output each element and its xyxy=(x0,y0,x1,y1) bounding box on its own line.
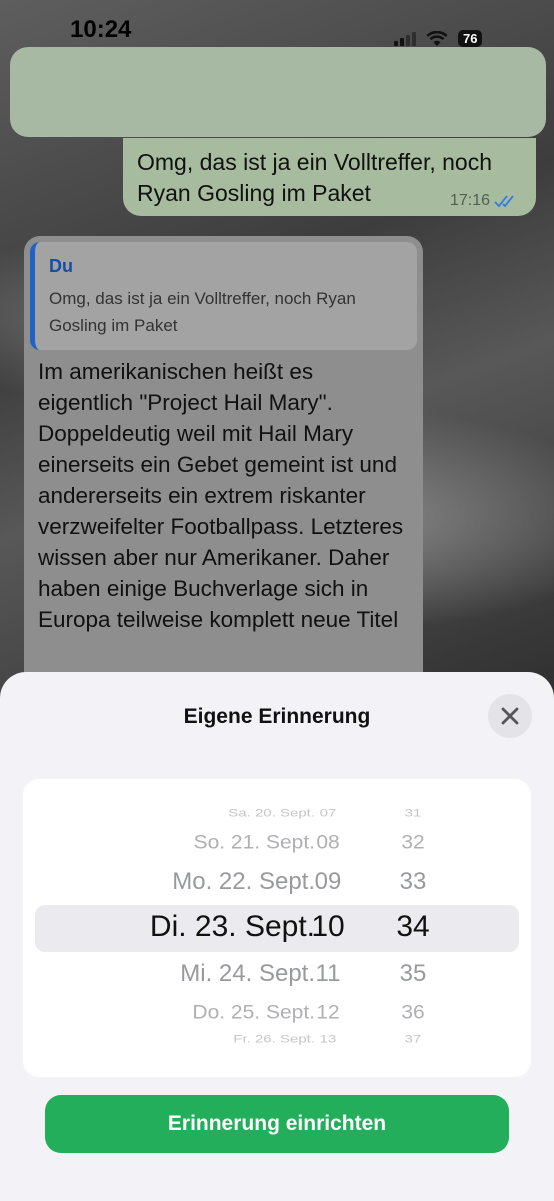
close-button[interactable] xyxy=(488,694,532,738)
wifi-icon xyxy=(426,30,448,46)
picker-minute-option[interactable]: 33 xyxy=(378,868,448,896)
message-meta: 17:16 xyxy=(450,192,518,210)
picker-minute-option[interactable]: 31 xyxy=(378,807,448,819)
outgoing-message[interactable]: Omg, das ist ja ein Volltreffer, noch Ry… xyxy=(123,138,536,216)
notification-banner[interactable] xyxy=(10,47,546,137)
set-reminder-button[interactable]: Erinnerung einrichten xyxy=(45,1095,509,1153)
battery-icon: 76 xyxy=(458,30,483,47)
picker-hour-option[interactable]: 11 xyxy=(293,960,363,988)
picker-hour-option[interactable]: 13 xyxy=(293,1033,363,1045)
read-ticks-icon xyxy=(494,195,514,208)
picker-minute-option[interactable]: 35 xyxy=(378,960,448,988)
picker-hour-option[interactable]: 09 xyxy=(293,868,363,896)
picker-minute-column[interactable]: 31 32 33 34 35 36 37 xyxy=(378,779,448,1077)
incoming-message-text: Im amerikanischen heißt es eigentlich "P… xyxy=(38,359,404,632)
picker-date-option[interactable]: Mi. 24. Sept. xyxy=(23,960,315,988)
picker-hour-option[interactable]: 10 xyxy=(293,910,363,944)
quote-text: Omg, das ist ja ein Volltreffer, noch Ry… xyxy=(49,289,356,335)
picker-date-option[interactable]: Do. 25. Sept. xyxy=(23,1002,315,1024)
picker-date-option[interactable]: Fr. 26. Sept. xyxy=(23,1033,315,1045)
picker-hour-option[interactable]: 07 xyxy=(293,807,363,819)
picker-date-option[interactable]: So. 21. Sept. xyxy=(23,832,315,854)
picker-hour-column[interactable]: 07 08 09 10 11 12 13 xyxy=(293,779,363,1077)
quote-author: Du xyxy=(49,256,73,276)
picker-hour-option[interactable]: 08 xyxy=(293,832,363,854)
picker-date-option[interactable]: Mo. 22. Sept. xyxy=(23,868,315,896)
signal-icon xyxy=(394,31,416,46)
picker-minute-option[interactable]: 37 xyxy=(378,1033,448,1045)
status-bar: 10:24 76 xyxy=(0,0,554,50)
close-icon xyxy=(501,707,519,725)
picker-date-column[interactable]: Sa. 20. Sept. So. 21. Sept. Mo. 22. Sept. D… xyxy=(23,779,315,1077)
date-time-picker[interactable]: Sa. 20. Sept. So. 21. Sept. Mo. 22. Sept. D… xyxy=(23,779,531,1077)
picker-minute-option[interactable]: 36 xyxy=(378,1002,448,1024)
status-icons: 76 xyxy=(394,30,483,47)
incoming-message[interactable]: Du Omg, das ist ja ein Volltreffer, noch… xyxy=(24,236,423,700)
picker-minute-option[interactable]: 32 xyxy=(378,832,448,854)
reminder-sheet: Eigene Erinnerung Sa. 20. Sept. So. 21. S… xyxy=(0,672,554,1201)
status-time: 10:24 xyxy=(70,16,132,43)
quoted-message[interactable]: Du Omg, das ist ja ein Volltreffer, noch… xyxy=(30,242,417,350)
message-time: 17:16 xyxy=(449,192,490,209)
picker-minute-option[interactable]: 34 xyxy=(378,910,448,944)
picker-date-option[interactable]: Sa. 20. Sept. xyxy=(23,807,315,819)
picker-date-option[interactable]: Di. 23. Sept. xyxy=(23,910,315,944)
picker-hour-option[interactable]: 12 xyxy=(293,1002,363,1024)
sheet-title: Eigene Erinnerung xyxy=(183,705,371,728)
